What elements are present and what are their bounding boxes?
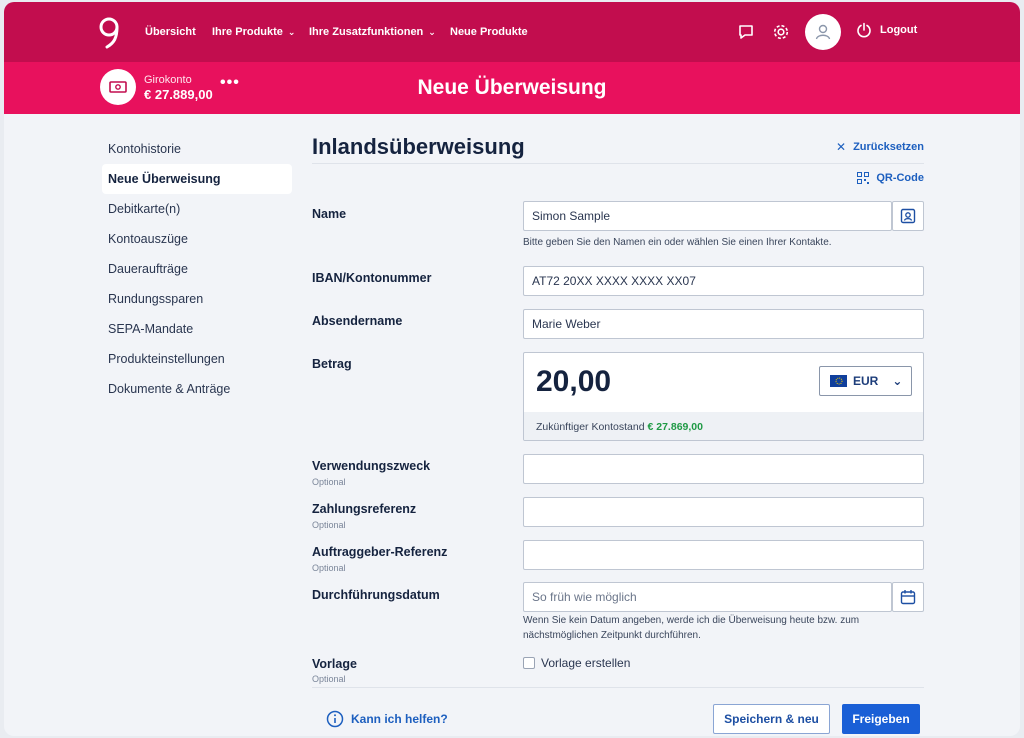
eu-flag-icon [830,375,847,387]
help-link[interactable]: Kann ich helfen? [326,710,448,728]
gear-icon[interactable] [769,20,793,44]
nav-products[interactable]: Ihre Produkte ⌄ [212,2,295,62]
checkbox-box[interactable] [523,657,535,669]
page-title: Neue Überweisung [417,76,607,99]
amount-input[interactable]: 20,00 [536,365,611,399]
bank-logo-icon[interactable] [96,16,122,50]
logout-label: Logout [880,24,918,36]
iban-label: IBAN/Kontonummer [312,271,432,285]
chevron-down-icon: ⌄ [287,26,296,37]
amount-field[interactable]: 20,00 EUR ⌄ Zukünftiger Kontostand € 27.… [523,352,924,441]
calendar-icon [900,590,916,605]
contacts-button[interactable] [892,201,924,231]
future-balance: Zukünftiger Kontostand € 27.869,00 [524,412,923,440]
iban-input[interactable]: AT72 20XX XXXX XXXX XX07 [523,266,924,296]
nav-overview-label: Übersicht [145,26,196,38]
qr-code-label: QR-Code [876,172,924,184]
avatar[interactable] [805,14,841,50]
payment-reference-optional: Optional [312,520,346,530]
template-optional: Optional [312,674,346,684]
client-reference-label: Auftraggeber-Referenz [312,545,448,559]
sidebar-item-debit-cards[interactable]: Debitkarte(n) [102,194,292,224]
currency-label: EUR [853,374,879,388]
footer-divider [312,687,924,688]
nav-overview[interactable]: Übersicht [145,2,196,62]
execution-date-input[interactable]: So früh wie möglich [523,582,892,612]
info-icon [326,710,344,728]
template-label: Vorlage [312,657,357,671]
sidebar-item-sepa-mandates[interactable]: SEPA-Mandate [102,314,292,344]
sidebar-item-history[interactable]: Kontohistorie [102,134,292,164]
nav-new-products[interactable]: Neue Produkte [450,2,528,62]
name-input[interactable]: Simon Sample [523,201,892,231]
form-title: Inlandsüberweisung [312,134,525,159]
amount-label: Betrag [312,357,352,371]
currency-select[interactable]: EUR ⌄ [819,366,912,396]
chevron-down-icon: ⌄ [892,374,903,388]
nav-extra-functions[interactable]: Ihre Zusatzfunktionen ⌄ [309,2,436,62]
nav-new-products-label: Neue Produkte [450,26,528,38]
execution-date-hint: Wenn Sie kein Datum angeben, werde ich d… [523,615,860,641]
payment-reference-label: Zahlungsreferenz [312,502,417,516]
qr-code-icon [857,172,870,184]
future-balance-value: € 27.869,00 [647,421,703,433]
top-navigation-bar: Übersicht Ihre Produkte ⌄ Ihre Zusatzfunk… [4,2,1020,62]
future-balance-label: Zukünftiger Kontostand [536,421,645,433]
nav-products-label: Ihre Produkte [212,26,283,38]
nav-extra-functions-label: Ihre Zusatzfunktionen [309,26,424,38]
reset-button[interactable]: ✕ Zurücksetzen [836,140,924,154]
client-reference-input[interactable] [523,540,924,570]
create-template-label: Vorlage erstellen [541,656,631,670]
create-template-checkbox[interactable]: Vorlage erstellen [523,656,630,670]
save-and-new-button[interactable]: Speichern & neu [713,704,830,734]
sidebar-item-product-settings[interactable]: Produkteinstellungen [102,344,292,374]
execution-date-label: Durchführungsdatum [312,588,440,602]
app-frame: Übersicht Ihre Produkte ⌄ Ihre Zusatzfunk… [4,2,1020,736]
sidebar-item-new-transfer[interactable]: Neue Überweisung [102,164,292,194]
payment-reference-input[interactable] [523,497,924,527]
reset-label: Zurücksetzen [853,141,924,153]
chevron-down-icon: ⌄ [428,26,436,37]
user-icon [815,24,831,40]
transfer-form: Inlandsüberweisung ✕ Zurücksetzen QR-Cod… [312,114,924,736]
close-icon: ✕ [836,140,847,154]
client-reference-optional: Optional [312,563,346,573]
sender-name-label: Absendername [312,314,403,328]
submit-button[interactable]: Freigeben [842,704,920,734]
sender-name-input[interactable]: Marie Weber [523,309,924,339]
help-label: Kann ich helfen? [351,712,448,726]
calendar-button[interactable] [892,582,924,612]
sidebar: Kontohistorie Neue Überweisung Debitkart… [102,134,292,404]
purpose-input[interactable] [523,454,924,484]
chat-icon[interactable] [734,20,758,44]
contact-card-icon [900,208,916,224]
power-icon [857,22,871,38]
name-label: Name [312,207,347,221]
logout-button[interactable]: Logout [856,22,917,38]
title-divider [312,163,924,164]
sidebar-item-statements[interactable]: Kontoauszüge [102,224,292,254]
sidebar-item-standing-orders[interactable]: Daueraufträge [102,254,292,284]
sidebar-item-round-up-saving[interactable]: Rundungssparen [102,284,292,314]
purpose-label: Verwendungszweck [312,459,431,473]
name-hint: Bitte geben Sie den Namen ein oder wähle… [523,237,832,248]
qr-code-button[interactable]: QR-Code [857,172,924,184]
sidebar-item-documents[interactable]: Dokumente & Anträge [102,374,292,404]
purpose-optional: Optional [312,477,346,487]
